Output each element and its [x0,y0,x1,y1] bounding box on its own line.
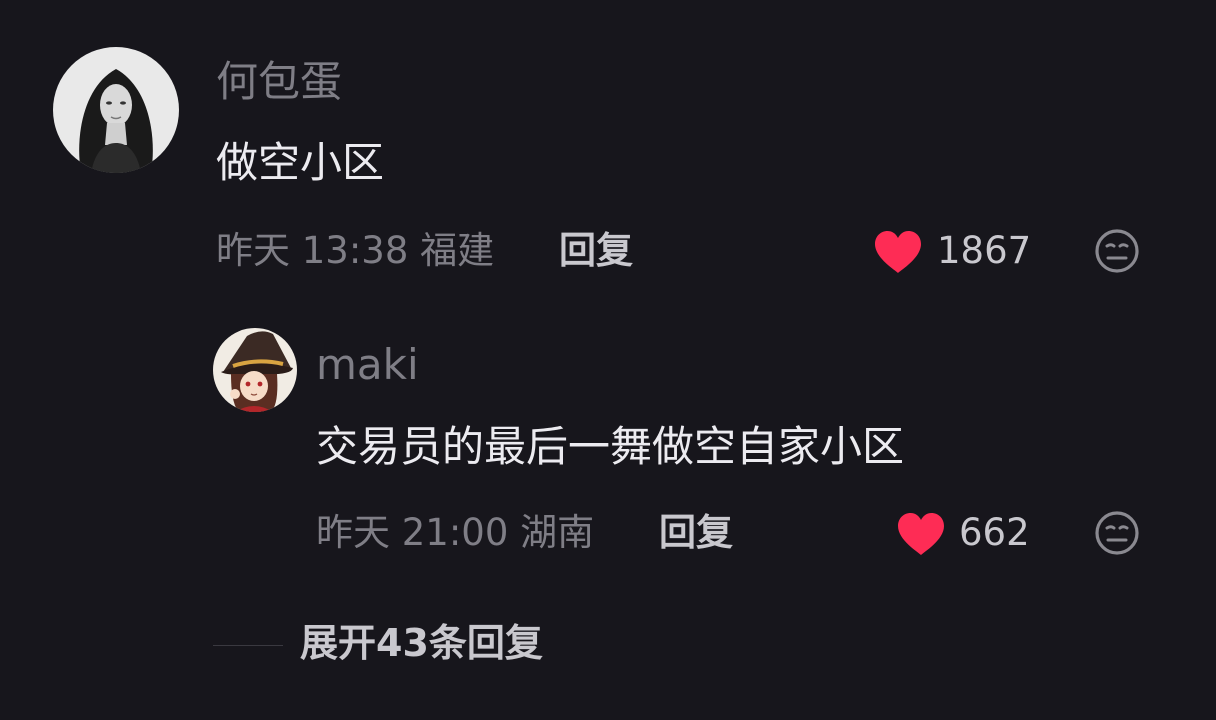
avatar-image [53,47,179,173]
heart-icon[interactable] [873,229,923,275]
comment-thread: 何包蛋 做空小区 昨天 13:38 福建 回复 1867 maki 交易员的最后… [0,0,1216,720]
avatar[interactable] [53,47,179,173]
like-count: 1867 [937,229,1032,272]
unamused-face-icon[interactable] [1094,510,1140,556]
unamused-face-icon[interactable] [1094,228,1140,274]
comment-meta: 昨天 13:38 福建 [216,229,495,272]
avatar[interactable] [213,328,297,412]
expand-divider [213,645,283,646]
reply-button[interactable]: 回复 [659,514,733,551]
comment-text: 交易员的最后一舞做空自家小区 [316,422,905,471]
username[interactable]: maki [316,344,419,386]
like-count: 662 [959,511,1030,554]
avatar-image [213,328,297,412]
expand-replies-button[interactable]: 展开43条回复 [300,624,543,662]
comment-meta: 昨天 21:00 湖南 [316,511,595,554]
comment-text: 做空小区 [216,138,385,187]
heart-icon[interactable] [896,511,946,557]
reply-button[interactable]: 回复 [559,232,633,269]
username[interactable]: 何包蛋 [216,61,342,103]
